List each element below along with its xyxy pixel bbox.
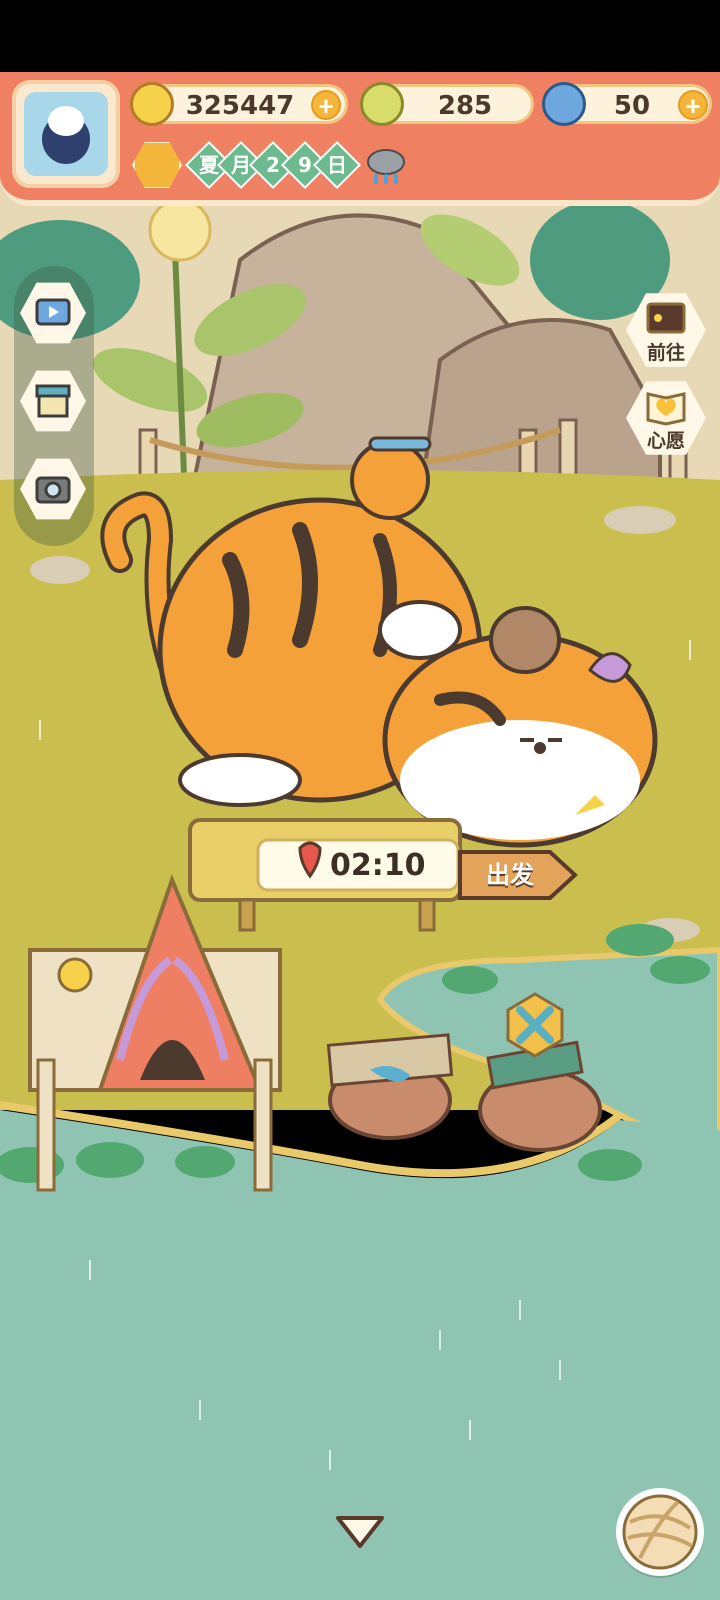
add-blue-banana-button[interactable]: + <box>678 90 708 120</box>
yarn-ball-icon <box>622 1494 698 1570</box>
rain-cloud-icon <box>367 149 405 184</box>
add-banana-button[interactable]: + <box>311 90 341 120</box>
shop-icon <box>35 384 71 418</box>
heart-book-icon <box>646 392 686 426</box>
location-pin-icon <box>296 846 326 886</box>
blue-banana-icon <box>542 82 586 126</box>
clover-count: 285 <box>437 91 493 121</box>
tent[interactable] <box>30 880 280 1180</box>
wish-label: 心愿 <box>646 430 685 452</box>
triangle-down-icon[interactable] <box>334 1512 386 1552</box>
yarn-ball-button[interactable] <box>616 1488 704 1576</box>
expedition-timer: 02:10 <box>330 848 426 883</box>
depart-button[interactable]: 出发 <box>460 852 560 898</box>
crossed-feathers-icon <box>506 992 564 1058</box>
player-avatar[interactable] <box>12 80 120 188</box>
avatar-portrait <box>24 92 108 176</box>
board-icon <box>646 302 686 334</box>
map-stump[interactable] <box>320 1030 460 1140</box>
date-char-5: 日 <box>327 153 347 177</box>
tv-icon <box>35 298 71 326</box>
tiger-character[interactable] <box>150 500 650 820</box>
clover-icon <box>360 82 404 126</box>
blue-banana-count: 50 <box>613 91 651 121</box>
banana-icon <box>130 82 174 126</box>
camera-icon <box>35 476 71 504</box>
banana-count: 325447 <box>185 91 295 121</box>
goto-label: 前往 <box>646 342 685 364</box>
